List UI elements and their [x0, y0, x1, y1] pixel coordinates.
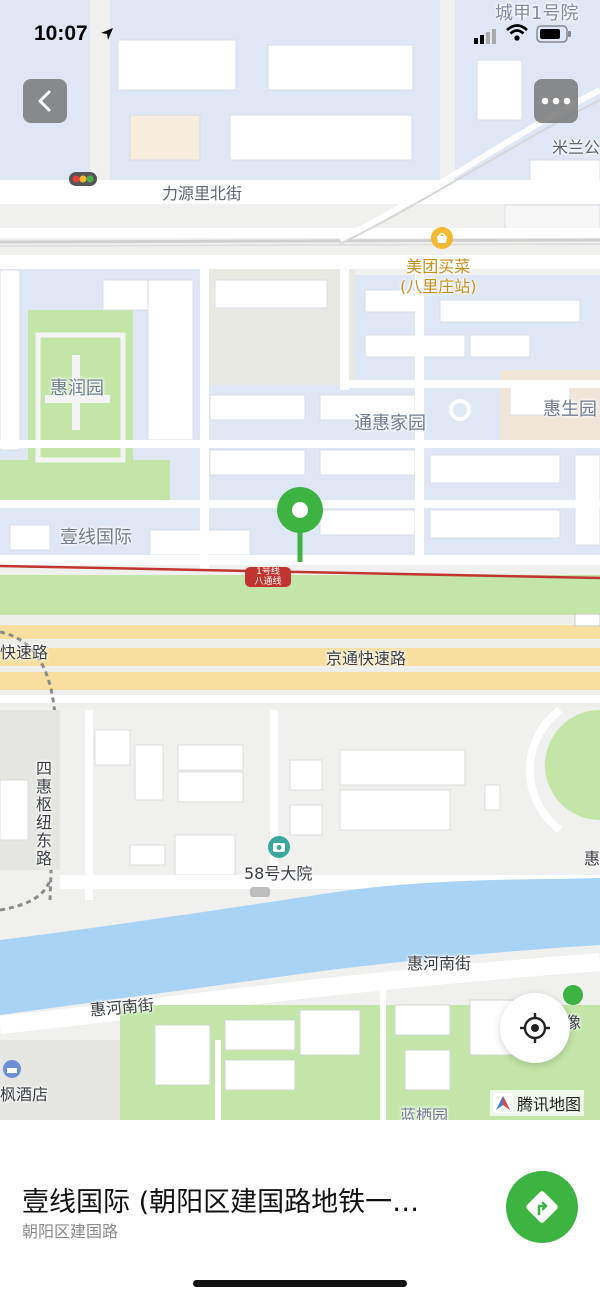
map-label-area: 蓝栖园 [400, 1106, 449, 1121]
more-button[interactable] [534, 79, 578, 123]
status-time: 10:07 [34, 22, 88, 45]
status-bar: 10:07 [0, 0, 600, 70]
battery-icon [536, 25, 572, 47]
map-label-poi: 枫酒店 [0, 1085, 49, 1104]
locate-icon [520, 1013, 550, 1043]
wifi-icon [505, 24, 529, 46]
map-brand: 腾讯地图 [490, 1090, 585, 1116]
map-label-area: 惠生园 [543, 399, 597, 420]
locate-button[interactable] [500, 993, 570, 1063]
metro-badge-line: 1号线 [256, 567, 280, 577]
back-icon [38, 90, 51, 112]
map-label-area: 壹线国际 [60, 527, 132, 548]
map-label-road: 京通快速路 [326, 649, 407, 668]
map-label-area: 通惠家园 [354, 413, 426, 434]
map-label-poi: 米兰公 [552, 138, 600, 157]
signal-icon [474, 28, 498, 48]
metro-line-badge: 1号线 八通线 [245, 567, 291, 587]
map-label-road: 四惠枢纽东路 [33, 760, 52, 868]
route-icon [526, 1191, 558, 1223]
map-label-poi[interactable]: 美团买菜 (八里庄站) [400, 257, 477, 297]
more-icon [541, 97, 571, 105]
place-title: 壹线国际 (朝阳区建国路地铁一… [22, 1187, 420, 1218]
map-label-area: 惠润园 [50, 378, 104, 399]
map-label-street: 惠河南街 [407, 954, 472, 973]
home-indicator[interactable] [193, 1280, 407, 1287]
back-button[interactable] [23, 79, 67, 123]
place-subtitle: 朝阳区建国路 [22, 1222, 119, 1241]
map-label-edge: 惠 [584, 849, 600, 868]
location-arrow-icon [100, 26, 114, 45]
metro-badge-sub: 八通线 [254, 577, 282, 587]
map-view[interactable]: 1号线 八通线 城甲1号院 米兰公 力源里北街 美团买菜 (八里庄站) 惠润园 … [0, 0, 600, 1120]
tencent-map-logo-icon [493, 1093, 513, 1113]
brand-label: 腾讯地图 [517, 1095, 582, 1114]
map-label-street: 力源里北街 [162, 184, 243, 203]
route-button[interactable] [506, 1171, 578, 1243]
map-label-poi[interactable]: 58号大院 [244, 866, 312, 882]
map-label-road: 快速路 [0, 643, 49, 662]
